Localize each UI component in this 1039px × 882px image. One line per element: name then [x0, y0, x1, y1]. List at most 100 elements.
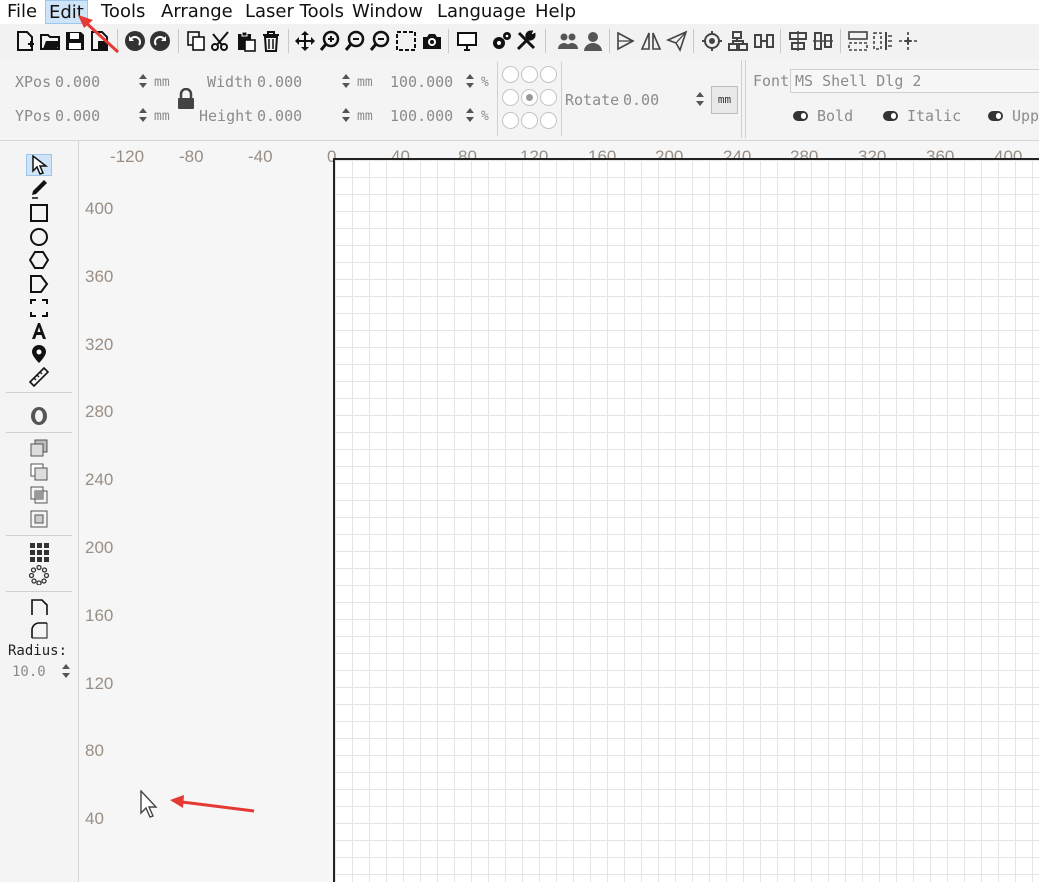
anchor-bottom-right[interactable] [540, 112, 557, 129]
menu-language[interactable]: Language [434, 0, 529, 24]
vertical-ruler: 400 360 320 280 240 200 160 120 80 40 [79, 158, 139, 882]
height-spinner[interactable] [341, 106, 351, 124]
target-icon[interactable] [700, 28, 724, 54]
radius-field[interactable]: 10.0 [12, 664, 46, 680]
anchor-right[interactable] [540, 89, 557, 106]
group-icon[interactable] [556, 28, 580, 54]
scale-height-field[interactable]: 100.000 [390, 107, 453, 125]
measure-tool-icon[interactable] [26, 366, 52, 388]
menu-edit[interactable]: Edit [45, 0, 88, 24]
zoom-out-icon[interactable] [368, 28, 392, 54]
arrange-icon[interactable] [846, 28, 870, 54]
redo-icon[interactable] [148, 28, 172, 54]
anchor-top-right[interactable] [540, 66, 557, 83]
user-icon[interactable] [581, 28, 605, 54]
rotate-spinner[interactable] [695, 90, 705, 108]
align-icon[interactable] [726, 28, 750, 54]
cut-icon[interactable] [209, 28, 233, 54]
menu-window[interactable]: Window [349, 0, 426, 24]
rotate-field[interactable]: 0.00 [623, 91, 659, 109]
open-folder-icon[interactable] [38, 28, 62, 54]
save-icon[interactable] [63, 28, 87, 54]
position-tool-icon[interactable] [26, 273, 52, 295]
ypos-spinner[interactable] [138, 106, 148, 124]
pan-icon[interactable] [293, 28, 317, 54]
zoom-in-icon[interactable] [318, 28, 342, 54]
uppercase-toggle[interactable] [988, 111, 1003, 121]
design-canvas[interactable] [333, 158, 1039, 882]
width-spinner[interactable] [341, 72, 351, 90]
move-icon[interactable] [896, 28, 920, 54]
property-bar: XPos 0.000 mm YPos 0.000 mm Width 0.000 … [0, 58, 1039, 141]
undo-icon[interactable] [123, 28, 147, 54]
xpos-spinner[interactable] [138, 72, 148, 90]
union-tool-icon[interactable] [26, 437, 52, 459]
ruler-y-label: 280 [85, 402, 114, 421]
mirror-h-icon[interactable] [614, 28, 638, 54]
anchor-center[interactable] [521, 89, 538, 106]
copy-icon[interactable] [184, 28, 208, 54]
italic-toggle[interactable] [883, 111, 898, 121]
select-tool-icon[interactable] [26, 154, 52, 176]
font-select[interactable]: MS Shell Dlg 2 [790, 69, 1039, 93]
marker-tool-icon[interactable] [26, 343, 52, 365]
xpos-field[interactable]: 0.000 [55, 73, 100, 91]
send-icon[interactable] [665, 28, 689, 54]
frame-tool-icon[interactable] [26, 297, 52, 319]
dock-icon[interactable] [871, 28, 895, 54]
scale-width-percent: % [481, 75, 489, 90]
menu-tools[interactable]: Tools [98, 0, 148, 24]
align-center-icon[interactable] [786, 28, 810, 54]
width-unit: mm [357, 75, 373, 90]
distribute-icon[interactable] [752, 28, 776, 54]
menu-laser-tools[interactable]: Laser Tools [242, 0, 347, 24]
round-corner-tool-icon[interactable] [26, 619, 52, 641]
mirror-v-icon[interactable] [639, 28, 663, 54]
rectangle-tool-icon[interactable] [26, 202, 52, 224]
anchor-top[interactable] [521, 66, 538, 83]
zoom-selection-icon[interactable] [394, 28, 418, 54]
circular-array-icon[interactable] [26, 564, 52, 586]
ruler-y-label: 360 [85, 267, 114, 286]
scale-width-spinner[interactable] [465, 72, 475, 90]
scale-height-spinner[interactable] [465, 106, 475, 124]
ellipse-tool-icon[interactable] [26, 226, 52, 248]
save-as-icon[interactable] [88, 28, 112, 54]
delete-icon[interactable] [259, 28, 283, 54]
polygon-tool-icon[interactable] [26, 249, 52, 271]
pen-tool-icon[interactable] [26, 178, 52, 200]
text-tool-icon[interactable] [26, 320, 52, 342]
offset-tool-icon[interactable] [26, 405, 52, 427]
corner-tool-icon[interactable] [26, 596, 52, 618]
intersect-tool-icon[interactable] [26, 484, 52, 506]
height-field[interactable]: 0.000 [257, 107, 302, 125]
anchor-bottom-left[interactable] [502, 112, 519, 129]
tools-icon[interactable] [514, 28, 538, 54]
ypos-label: YPos [15, 107, 52, 125]
ruler-y-label: 40 [85, 809, 104, 828]
menu-help[interactable]: Help [532, 0, 579, 24]
units-toggle-button[interactable]: mm [711, 86, 738, 114]
settings-icon[interactable] [489, 28, 513, 54]
paste-icon[interactable] [234, 28, 258, 54]
weld-tool-icon[interactable] [26, 508, 52, 530]
lock-ratio-icon[interactable] [177, 87, 195, 114]
radius-spinner[interactable] [61, 662, 71, 680]
anchor-top-left[interactable] [502, 66, 519, 83]
anchor-bottom[interactable] [521, 112, 538, 129]
ypos-field[interactable]: 0.000 [55, 107, 100, 125]
subtract-tool-icon[interactable] [26, 461, 52, 483]
align-middle-icon[interactable] [811, 28, 835, 54]
new-file-icon[interactable] [13, 28, 37, 54]
menu-arrange[interactable]: Arrange [158, 0, 236, 24]
scale-width-field[interactable]: 100.000 [390, 73, 453, 91]
menu-file[interactable]: File [4, 0, 40, 24]
width-field[interactable]: 0.000 [257, 73, 302, 91]
monitor-icon[interactable] [455, 28, 479, 54]
grid-array-icon[interactable] [26, 541, 52, 563]
capture-icon[interactable] [420, 28, 444, 54]
zoom-icon[interactable] [343, 28, 367, 54]
italic-label: Italic [907, 107, 962, 125]
bold-toggle[interactable] [793, 111, 808, 121]
anchor-left[interactable] [502, 89, 519, 106]
